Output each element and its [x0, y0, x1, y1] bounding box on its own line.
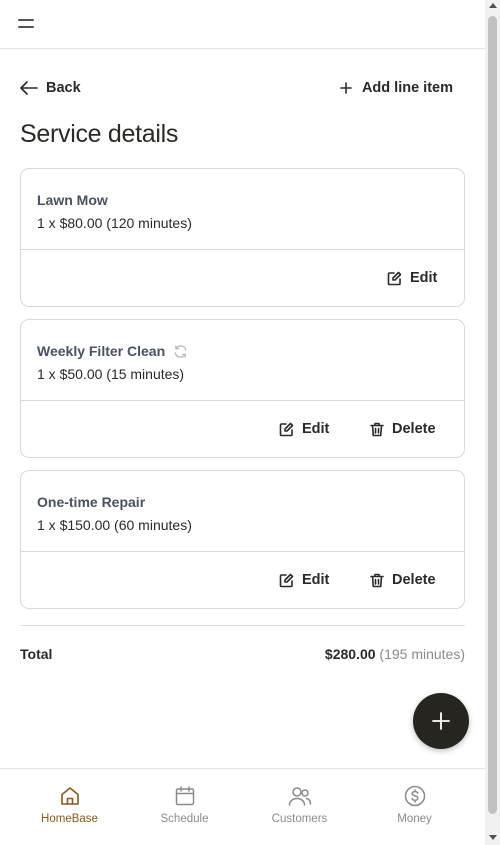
total-minutes: (195 minutes)	[379, 646, 465, 662]
home-icon	[60, 787, 79, 805]
customers-icon	[288, 787, 311, 806]
nav-item-money[interactable]: Money	[357, 785, 472, 825]
total-divider	[20, 625, 465, 626]
line-item-detail: 1 x $50.00 (15 minutes)	[37, 366, 185, 382]
edit-icon	[279, 573, 294, 587]
edit-button[interactable]: Edit	[279, 419, 329, 439]
edit-icon	[279, 422, 294, 436]
trash-icon	[370, 573, 384, 587]
hamburger-menu-icon[interactable]	[18, 17, 36, 29]
add-line-item-label: Add line item	[361, 80, 453, 96]
calendar-icon	[175, 786, 194, 806]
nav-item-customers[interactable]: Customers	[242, 785, 357, 825]
total-amount: $280.00	[324, 646, 376, 662]
bottom-nav: HomeBase Schedule Customers Money	[0, 768, 485, 845]
page-title: Service details	[20, 120, 179, 148]
total-value: $280.00 (195 minutes)	[325, 646, 465, 662]
total-label: Total	[20, 646, 53, 662]
line-item-card: One-time Repair 1 x $150.00 (60 minutes)…	[20, 470, 465, 609]
line-item-detail: 1 x $80.00 (120 minutes)	[37, 215, 192, 231]
back-label: Back	[46, 80, 81, 96]
back-button[interactable]: Back	[20, 76, 81, 100]
line-item-name: Weekly Filter Clean	[37, 342, 448, 360]
add-fab-button[interactable]	[413, 693, 469, 749]
edit-button[interactable]: Edit	[279, 570, 329, 590]
add-line-item-button[interactable]: Add line item	[340, 76, 453, 100]
scroll-down-arrow-icon[interactable]	[489, 835, 497, 840]
top-bar	[0, 0, 485, 49]
action-row: Back Add line item	[20, 76, 465, 100]
nav-item-schedule[interactable]: Schedule	[127, 785, 242, 825]
scrollbar-thumb[interactable]	[488, 16, 497, 814]
delete-button[interactable]: Delete	[370, 419, 436, 439]
vertical-scrollbar[interactable]	[485, 0, 500, 845]
line-item-name: Lawn Mow	[37, 192, 108, 208]
line-item-name: One-time Repair	[37, 494, 146, 510]
arrow-left-icon	[20, 81, 38, 95]
recurring-icon	[174, 344, 187, 358]
nav-item-homebase[interactable]: HomeBase	[12, 785, 127, 825]
edit-icon	[387, 271, 402, 285]
dollar-circle-icon	[404, 785, 425, 807]
plus-icon	[340, 82, 352, 94]
line-item-detail: 1 x $150.00 (60 minutes)	[37, 517, 192, 533]
delete-button[interactable]: Delete	[370, 570, 436, 590]
edit-button[interactable]: Edit	[387, 268, 437, 288]
line-item-card: Weekly Filter Clean 1 x $50.00 (15 minut…	[20, 319, 465, 458]
trash-icon	[370, 422, 384, 436]
line-item-card: Lawn Mow 1 x $80.00 (120 minutes) Edit	[20, 168, 465, 307]
plus-icon	[432, 712, 450, 730]
scroll-up-arrow-icon[interactable]	[489, 3, 497, 8]
